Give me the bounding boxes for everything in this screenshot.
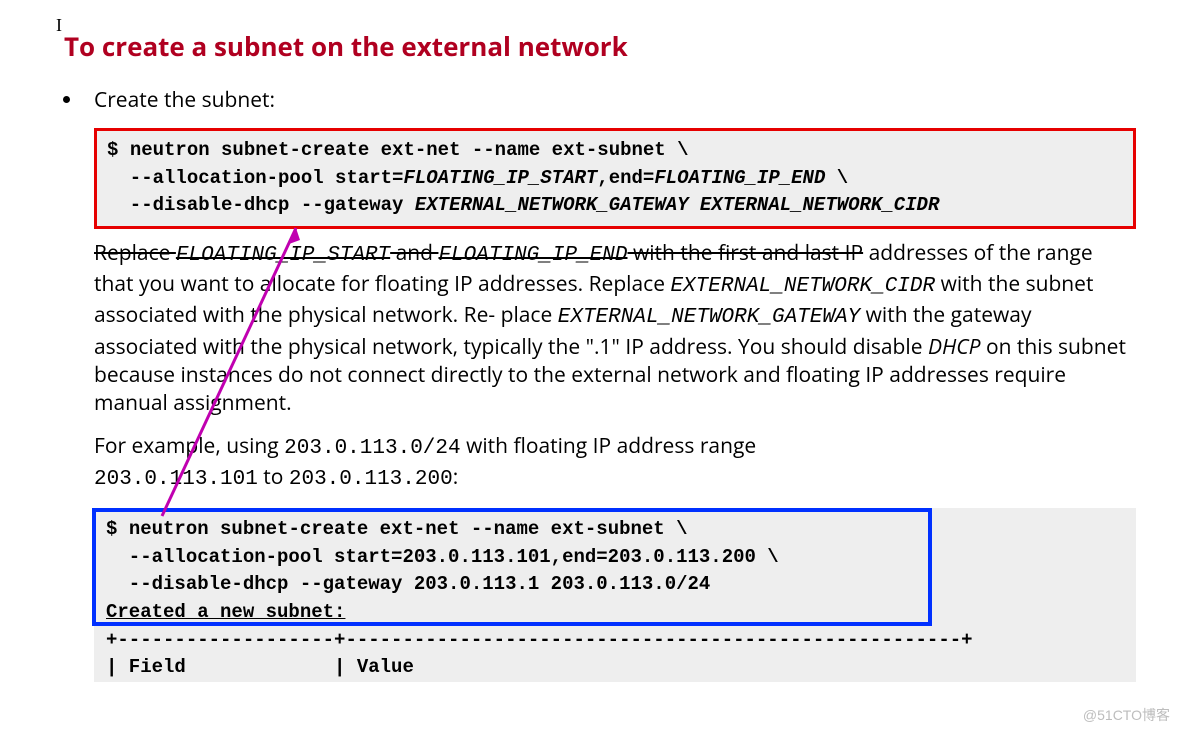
- text: Replace: [94, 239, 176, 267]
- output-header-row: | Field | Value: [106, 656, 414, 678]
- code-block-template: $ neutron subnet-create ext-net --name e…: [94, 128, 1136, 229]
- text: with floating IP address range: [461, 432, 757, 460]
- code-line-3: --disable-dhcp --gateway 203.0.113.1 203…: [106, 573, 710, 595]
- example-cidr: 203.0.113.0/24: [284, 437, 460, 460]
- code-line-2a: --allocation-pool start=: [107, 167, 403, 189]
- text-cursor-icon: I: [56, 16, 62, 34]
- placeholder-floating-start: FLOATING_IP_START: [403, 167, 597, 189]
- var-floating-start: FLOATING_IP_START: [176, 244, 390, 267]
- example-paragraph: For example, using 203.0.113.0/24 with f…: [94, 432, 1136, 495]
- code-line-1: neutron subnet-create ext-net --name ext…: [129, 518, 688, 540]
- example-range-end: 203.0.113.200: [289, 468, 453, 491]
- text: place: [501, 301, 558, 329]
- watermark: @51CTO博客: [1083, 705, 1170, 725]
- var-cidr: EXTERNAL_NETWORK_CIDR: [670, 275, 935, 298]
- step-label: Create the subnet:: [94, 86, 1136, 114]
- placeholder-gateway-cidr: EXTERNAL_NETWORK_GATEWAY EXTERNAL_NETWOR…: [415, 194, 940, 216]
- prompt: $: [107, 139, 118, 161]
- code-line-2c: ,end=: [597, 167, 654, 189]
- output-created: Created a new subnet:: [106, 601, 345, 623]
- code-line-3a: --disable-dhcp --gateway: [107, 194, 415, 216]
- var-floating-end: FLOATING_IP_END: [438, 244, 627, 267]
- code-block-example: $ neutron subnet-create ext-net --name e…: [94, 508, 1136, 681]
- example-range-start: 203.0.113.101: [94, 468, 258, 491]
- dhcp-term: DHCP: [928, 333, 981, 361]
- code-line-1: neutron subnet-create ext-net --name ext…: [130, 139, 689, 161]
- text: For example, using: [94, 432, 284, 460]
- placeholder-floating-end: FLOATING_IP_END: [654, 167, 825, 189]
- text: with the first and last IP: [627, 239, 863, 267]
- section-title: To create a subnet on the external netwo…: [64, 28, 1136, 64]
- text: to: [258, 463, 289, 491]
- code-line-2e: \: [825, 167, 848, 189]
- output-sep-1: +-------------------+-------------------…: [106, 629, 973, 651]
- explanation-paragraph: Replace FLOATING_IP_START and FLOATING_I…: [94, 239, 1136, 418]
- prompt: $: [106, 518, 117, 540]
- code-line-2: --allocation-pool start=203.0.113.101,en…: [106, 546, 779, 568]
- step-item: Create the subnet: $ neutron subnet-crea…: [84, 86, 1136, 682]
- text: :: [453, 463, 459, 491]
- text: and: [390, 239, 438, 267]
- var-gateway: EXTERNAL_NETWORK_GATEWAY: [558, 306, 860, 329]
